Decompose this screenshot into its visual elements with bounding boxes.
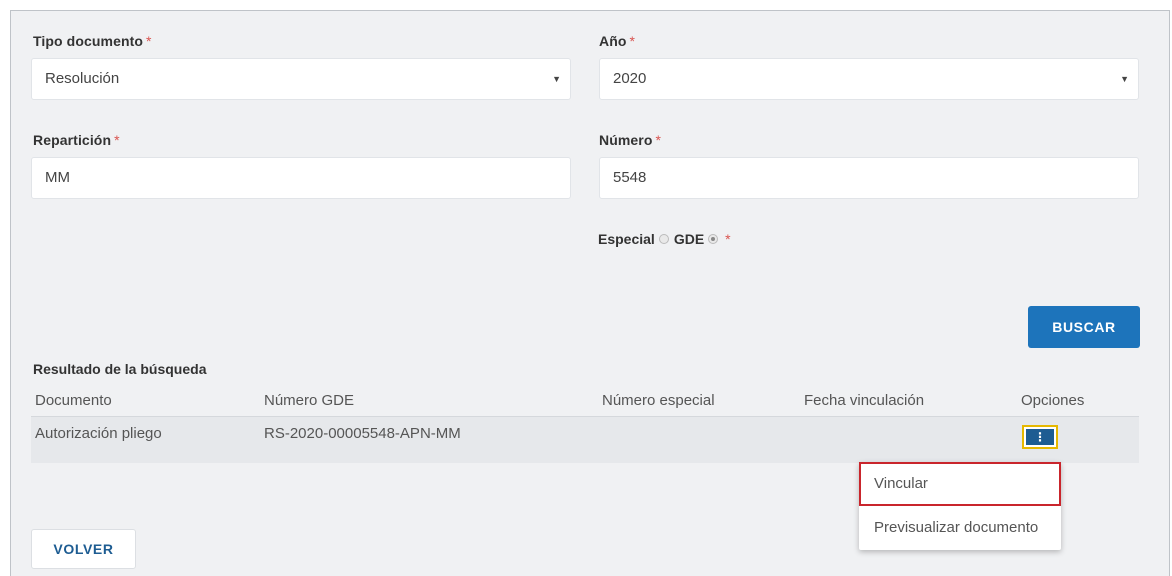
required-asterisk: * — [146, 33, 152, 49]
column-header-fecha-vinculacion: Fecha vinculación — [804, 392, 925, 409]
tipo-documento-value: Resolución — [45, 70, 120, 87]
anio-select[interactable]: 2020 ▼ — [599, 58, 1139, 100]
tipo-documento-label: Tipo documento * — [33, 33, 152, 49]
especial-radio-label: Especial — [598, 231, 655, 247]
results-title: Resultado de la búsqueda — [33, 361, 207, 377]
column-header-numero-especial: Número especial — [602, 392, 715, 409]
cell-numero-gde: RS-2020-00005548-APN-MM — [264, 425, 461, 442]
numero-label: Número * — [599, 132, 661, 148]
options-dropdown-menu: Vincular Previsualizar documento — [859, 462, 1061, 550]
anio-value: 2020 — [613, 70, 647, 87]
column-header-numero-gde: Número GDE — [264, 392, 355, 409]
numero-label-text: Número — [599, 132, 653, 148]
required-asterisk: * — [629, 33, 636, 49]
numero-value: 5548 — [613, 169, 647, 186]
reparticion-value: MM — [45, 169, 70, 186]
reparticion-label: Repartición * — [33, 132, 120, 148]
gde-radio-label: GDE — [673, 231, 705, 247]
row-options-button[interactable]: ⋮ — [1022, 425, 1058, 449]
anio-label-text: Año — [599, 33, 627, 49]
gde-radio[interactable] — [708, 234, 719, 244]
table-row — [31, 417, 1139, 463]
menu-item-vincular[interactable]: Vincular — [859, 462, 1061, 506]
required-asterisk: * — [725, 231, 731, 247]
required-asterisk: * — [655, 132, 662, 148]
anio-label: Año * — [599, 33, 635, 49]
volver-button[interactable]: VOLVER — [31, 529, 136, 569]
tipo-documento-select[interactable]: Resolución ▼ — [31, 58, 571, 100]
column-header-opciones: Opciones — [1021, 392, 1085, 409]
chevron-down-icon: ▼ — [552, 74, 561, 84]
menu-item-previsualizar[interactable]: Previsualizar documento — [859, 506, 1061, 550]
tipo-documento-label-text: Tipo documento — [33, 33, 144, 49]
numero-input[interactable]: 5548 — [599, 157, 1139, 199]
chevron-down-icon: ▼ — [1120, 74, 1129, 84]
buscar-button[interactable]: BUSCAR — [1028, 306, 1140, 348]
column-header-documento: Documento — [35, 392, 112, 409]
cell-documento: Autorización pliego — [35, 425, 162, 442]
especial-radio[interactable] — [658, 234, 669, 244]
reparticion-label-text: Repartición — [33, 132, 112, 148]
required-asterisk: * — [114, 132, 120, 148]
reparticion-input[interactable]: MM — [31, 157, 571, 199]
kebab-menu-icon: ⋮ — [1026, 429, 1054, 445]
tipo-numero-radio-group: Especial GDE * — [598, 231, 731, 247]
